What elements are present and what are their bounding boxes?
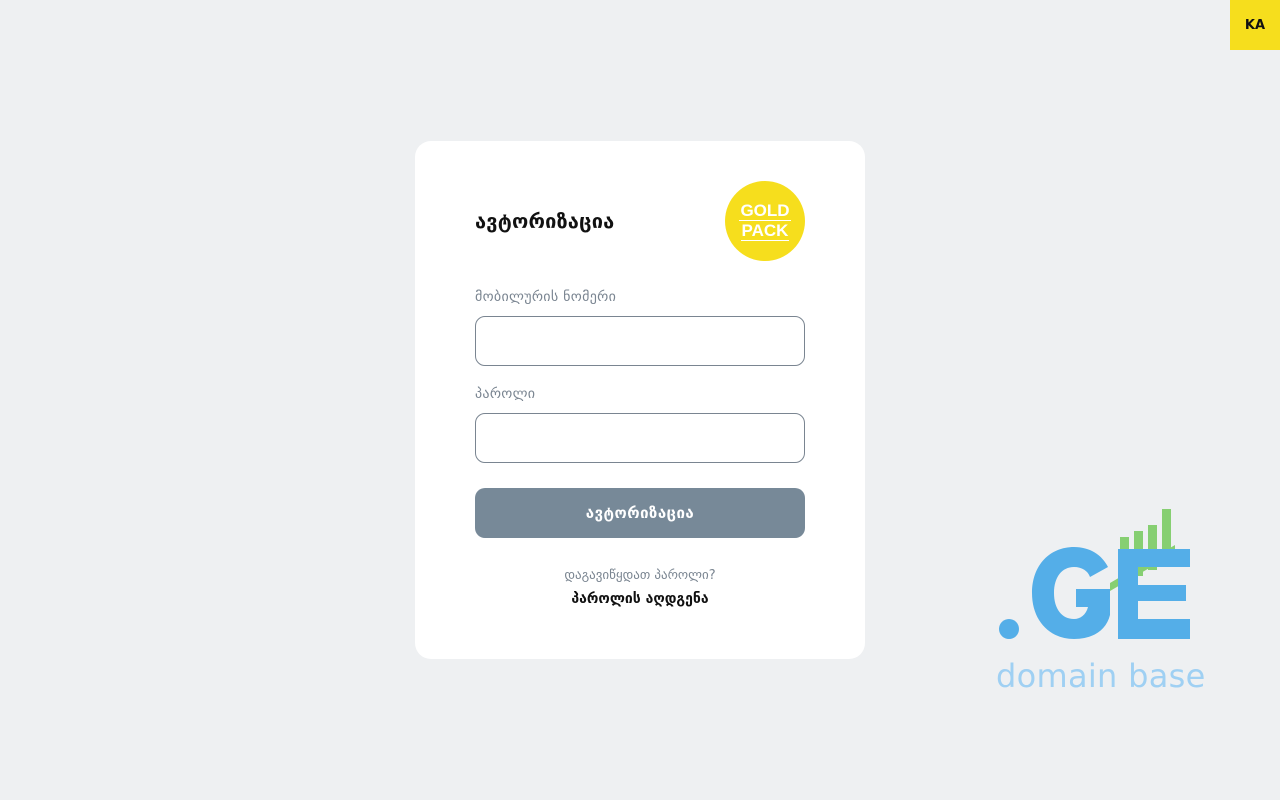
logo-subtitle: domain base <box>996 657 1206 695</box>
badge-line-2: PACK <box>740 221 790 241</box>
logo-letter-e <box>1118 549 1190 639</box>
phone-input[interactable] <box>475 316 805 366</box>
gold-pack-badge: GOLD PACK <box>725 181 805 261</box>
password-label: პაროლი <box>475 386 536 402</box>
password-input[interactable] <box>475 413 805 463</box>
login-card-header: ავტორიზაცია GOLD PACK <box>475 181 805 261</box>
page-title: ავტორიზაცია <box>475 209 615 233</box>
logo-letter-g <box>1032 547 1110 639</box>
login-card: ავტორიზაცია GOLD PACK მობილურის ნომერი პ… <box>415 141 865 659</box>
forgot-password-text: დაგავიწყდათ პაროლი? <box>564 568 716 583</box>
login-button[interactable]: ავტორიზაცია <box>475 488 805 538</box>
phone-label: მობილურის ნომერი <box>475 289 617 305</box>
language-label: KA <box>1244 17 1266 33</box>
badge-line-1: GOLD <box>739 201 791 221</box>
recover-password-link[interactable]: პაროლის აღდგენა <box>475 591 805 607</box>
language-switch-button[interactable]: KA <box>1230 0 1280 50</box>
login-page: KA ავტორიზაცია GOLD PACK მობილურის ნომერ… <box>0 0 1280 800</box>
logo-dot <box>999 619 1019 639</box>
